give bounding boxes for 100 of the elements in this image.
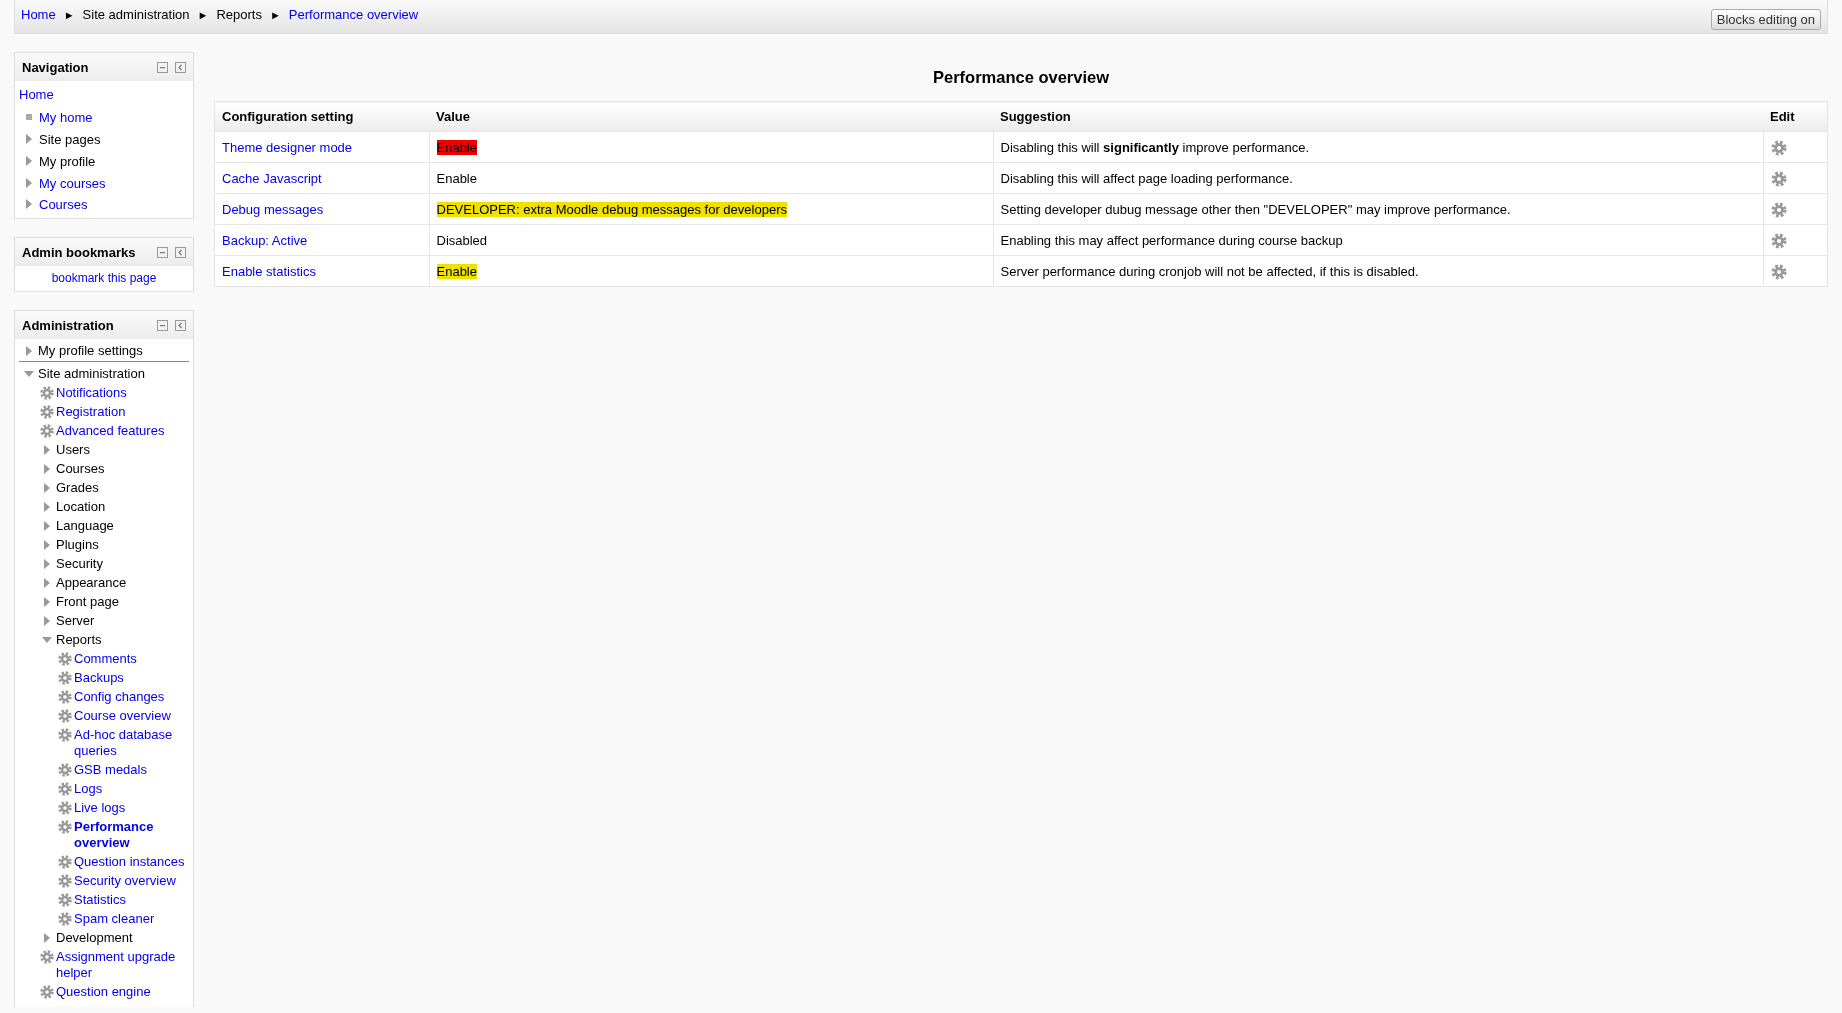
caret-icon[interactable] xyxy=(26,178,32,188)
gear-icon xyxy=(58,763,72,777)
caret-icon[interactable] xyxy=(42,483,52,493)
admin-tree-item[interactable]: Development xyxy=(56,930,133,946)
admin-tree-item[interactable]: Course overview xyxy=(74,708,171,724)
admin-tree-item[interactable]: Ad-hoc database queries xyxy=(74,727,189,759)
admin-tree-item[interactable]: GSB medals xyxy=(74,762,147,778)
settings-icon[interactable] xyxy=(1770,233,1787,249)
dock-icon[interactable] xyxy=(175,246,186,258)
gear-icon xyxy=(58,671,72,685)
admin-tree-item[interactable]: Spam cleaner xyxy=(74,911,155,927)
caret-icon[interactable] xyxy=(42,464,52,474)
breadcrumb-separator: ► xyxy=(63,8,75,21)
caret-icon[interactable] xyxy=(42,521,52,531)
gear-icon xyxy=(40,424,54,438)
column-header: Value xyxy=(429,101,993,132)
value-text: Enable xyxy=(436,139,477,155)
admin-tree-item[interactable]: Statistics xyxy=(74,892,126,908)
bookmark-link[interactable]: bookmark this page xyxy=(51,271,157,285)
setting-link[interactable]: Cache Javascript xyxy=(222,170,322,186)
page-title: Performance overview xyxy=(931,68,1111,87)
nav-item[interactable]: My profile xyxy=(39,153,96,169)
caret-icon[interactable] xyxy=(24,369,34,379)
admin-tree-item[interactable]: Language xyxy=(56,518,114,534)
caret-icon[interactable] xyxy=(42,616,52,626)
admin-tree-item[interactable]: Security xyxy=(56,556,103,572)
admin-tree-item[interactable]: Backups xyxy=(74,670,124,686)
setting-link[interactable]: Backup: Active xyxy=(222,232,308,248)
admin-tree-item[interactable]: Plugins xyxy=(56,537,99,553)
nav-item[interactable]: My home xyxy=(39,109,93,125)
setting-link[interactable]: Enable statistics xyxy=(222,263,316,279)
gear-icon xyxy=(40,405,54,419)
admin-tree-item[interactable]: Registration xyxy=(56,404,126,420)
dock-icon[interactable] xyxy=(175,61,186,73)
collapse-icon[interactable] xyxy=(157,61,168,73)
settings-icon[interactable] xyxy=(1770,140,1787,156)
suggestion-text: Disabling this will significantly improve performance. xyxy=(1000,139,1309,155)
settings-icon[interactable] xyxy=(1770,264,1787,280)
value-text: DEVELOPER: extra Moodle debug messages for developers xyxy=(436,201,787,217)
admin-tree-item[interactable]: Appearance xyxy=(56,575,127,591)
settings-icon[interactable] xyxy=(1770,202,1787,218)
caret-icon[interactable] xyxy=(42,597,52,607)
admin-tree-item[interactable]: Reports xyxy=(56,632,102,648)
admin-tree-item[interactable]: Site administration xyxy=(38,366,145,382)
admin-tree-item[interactable]: Config changes xyxy=(74,689,165,705)
admin-tree-item[interactable]: Logs xyxy=(74,781,103,797)
caret-icon[interactable] xyxy=(26,156,32,166)
nav-item[interactable]: Site pages xyxy=(39,131,101,147)
gear-icon xyxy=(58,874,72,888)
admin-tree-item[interactable]: Notifications xyxy=(56,385,127,401)
admin-tree-item[interactable]: Comments xyxy=(74,651,137,667)
collapse-icon[interactable] xyxy=(157,246,168,258)
caret-icon[interactable] xyxy=(42,635,52,645)
caret-icon[interactable] xyxy=(24,346,34,356)
caret-icon[interactable] xyxy=(42,559,52,569)
breadcrumb-link[interactable]: Performance overview xyxy=(288,7,419,22)
admin-tree-item[interactable]: My profile settings xyxy=(38,343,143,359)
admin-tree-item[interactable]: Courses xyxy=(56,461,105,477)
gear-icon xyxy=(58,652,72,666)
gear-icon xyxy=(58,690,72,704)
caret-icon[interactable] xyxy=(42,933,52,943)
admin-tree-item[interactable]: Location xyxy=(56,499,106,515)
caret-icon[interactable] xyxy=(42,445,52,455)
caret-icon[interactable] xyxy=(42,540,52,550)
value-text: Enable xyxy=(436,263,477,279)
caret-icon[interactable] xyxy=(42,578,52,588)
home-link[interactable]: Home xyxy=(19,87,54,102)
breadcrumb-item[interactable]: Reports xyxy=(216,7,262,22)
settings-icon[interactable] xyxy=(1770,171,1787,187)
admin-tree-item[interactable]: Question engine xyxy=(56,984,151,1000)
dock-icon[interactable] xyxy=(175,319,186,331)
admin-tree-item[interactable]: Front page xyxy=(56,594,119,610)
gear-icon xyxy=(40,985,54,999)
breadcrumb-link[interactable]: Home xyxy=(21,7,56,22)
admin-tree-item[interactable]: Assignment upgrade helper xyxy=(56,949,189,981)
caret-icon[interactable] xyxy=(26,199,32,209)
caret-icon[interactable] xyxy=(42,502,52,512)
admin-tree-item[interactable]: Server xyxy=(56,613,95,629)
admin-tree-item[interactable]: Security overview xyxy=(74,873,176,889)
admin-tree-item[interactable]: Live logs xyxy=(74,800,126,816)
suggestion-text: Server performance during cronjob will not be affected, if this is disabled. xyxy=(1000,263,1419,279)
blocks-editing-button[interactable]: Blocks editing on xyxy=(1710,9,1821,30)
admin-tree-item[interactable]: Performance overview xyxy=(74,819,189,851)
breadcrumb-item[interactable]: Site administration xyxy=(82,7,190,22)
setting-link[interactable]: Theme designer mode xyxy=(222,139,353,155)
collapse-icon[interactable] xyxy=(157,319,168,331)
nav-item[interactable]: Courses xyxy=(39,196,88,212)
block-title: Navigation xyxy=(22,59,89,75)
caret-icon[interactable] xyxy=(26,134,32,144)
value-text: Enable xyxy=(436,170,477,186)
column-header: Suggestion xyxy=(993,101,1763,132)
admin-tree-item[interactable]: Users xyxy=(56,442,90,458)
setting-link[interactable]: Debug messages xyxy=(222,201,324,217)
admin-tree-item[interactable]: Question instances xyxy=(74,854,185,870)
suggestion-text: Disabling this will affect page loading performance. xyxy=(1000,170,1293,186)
admin-tree-item[interactable]: Grades xyxy=(56,480,99,496)
gear-icon xyxy=(58,728,72,742)
admin-tree-item[interactable]: Advanced features xyxy=(56,423,165,439)
suggestion-text: Enabling this may affect performance during course backup xyxy=(1000,232,1343,248)
nav-item[interactable]: My courses xyxy=(39,175,106,191)
